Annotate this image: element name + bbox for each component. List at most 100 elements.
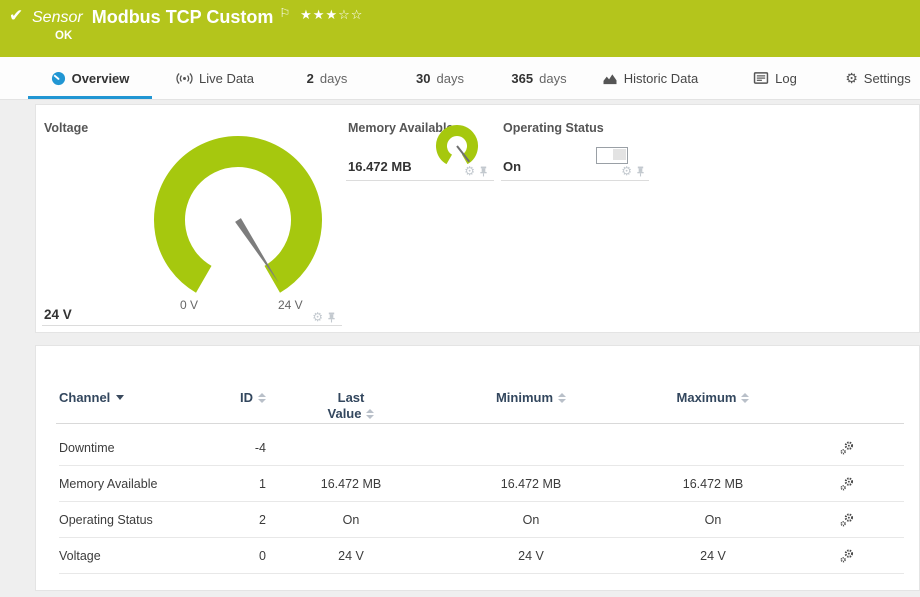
gauge-tools: ⚙ bbox=[464, 165, 488, 177]
pin-icon[interactable] bbox=[479, 166, 488, 177]
channel-minimum: 16.472 MB bbox=[436, 477, 626, 491]
column-header-last-value[interactable]: LastValue bbox=[266, 390, 436, 422]
status-badge: OK bbox=[55, 30, 72, 42]
channel-settings-gears-icon[interactable] bbox=[840, 441, 854, 455]
channel-name[interactable]: Voltage bbox=[59, 549, 209, 563]
gauges-panel: Voltage 0 V 24 V 24 V ⚙ Memory Available… bbox=[35, 104, 920, 333]
channel-minimum: On bbox=[436, 513, 626, 527]
area-chart-icon bbox=[602, 72, 618, 85]
gauge-title: Voltage bbox=[44, 121, 88, 135]
tab-overview[interactable]: Overview bbox=[28, 57, 152, 99]
channel-name[interactable]: Operating Status bbox=[59, 513, 209, 527]
column-header-id[interactable]: ID bbox=[209, 390, 266, 406]
voltage-gauge bbox=[152, 135, 324, 293]
column-header-channel[interactable]: Channel bbox=[59, 390, 209, 406]
table-row: Memory Available 1 16.472 MB 16.472 MB 1… bbox=[59, 466, 904, 502]
tab-365-days[interactable]: 365 days bbox=[504, 57, 574, 99]
sort-icon bbox=[741, 393, 749, 403]
column-label: Maximum bbox=[677, 390, 737, 405]
star-filled-icon[interactable]: ★ bbox=[300, 7, 313, 22]
table-row: Operating Status 2 On On On bbox=[59, 502, 904, 538]
pin-icon[interactable] bbox=[327, 312, 336, 323]
channel-table-body: Downtime -4 Memory Available 1 16.472 MB… bbox=[59, 430, 904, 574]
tab-label: days bbox=[437, 71, 464, 86]
channel-settings-gears-icon[interactable] bbox=[840, 549, 854, 563]
tab-label: days bbox=[539, 71, 566, 86]
voltage-gauge-block: Voltage 0 V 24 V 24 V ⚙ bbox=[42, 115, 342, 326]
broadcast-icon bbox=[176, 72, 193, 85]
column-label: ID bbox=[240, 390, 253, 405]
gauge-title: Operating Status bbox=[503, 121, 604, 135]
tab-label: Log bbox=[775, 71, 797, 86]
channel-last-value: On bbox=[266, 513, 436, 527]
star-filled-icon[interactable]: ★ bbox=[325, 7, 338, 22]
sort-desc-icon bbox=[116, 395, 124, 400]
channels-panel: Channel ID LastValue Minimum Maximum Dow… bbox=[35, 345, 920, 591]
tab-label: Overview bbox=[72, 71, 130, 86]
log-icon bbox=[753, 72, 769, 84]
column-label: Value bbox=[328, 406, 362, 421]
channel-name[interactable]: Memory Available bbox=[59, 477, 209, 491]
channel-id: 1 bbox=[209, 477, 266, 491]
tab-log[interactable]: Log bbox=[740, 57, 810, 99]
star-filled-icon[interactable]: ★ bbox=[313, 7, 326, 22]
tab-2-days[interactable]: 2 days bbox=[292, 57, 362, 99]
page-title: Modbus TCP Custom bbox=[92, 7, 274, 28]
priority-stars[interactable]: ★★★☆☆ bbox=[300, 7, 363, 23]
tab-30-days[interactable]: 30 days bbox=[405, 57, 475, 99]
channel-maximum: 24 V bbox=[626, 549, 800, 563]
gear-icon[interactable]: ⚙ bbox=[464, 165, 475, 177]
column-label: Last bbox=[338, 390, 365, 405]
channel-last-value: 24 V bbox=[266, 549, 436, 563]
gauge-tools: ⚙ bbox=[621, 165, 645, 177]
pin-icon[interactable] bbox=[636, 166, 645, 177]
tab-label: Settings bbox=[864, 71, 911, 86]
star-empty-icon[interactable]: ☆ bbox=[338, 7, 351, 22]
column-header-minimum[interactable]: Minimum bbox=[436, 390, 626, 406]
channel-settings-gears-icon[interactable] bbox=[840, 477, 854, 491]
star-empty-icon[interactable]: ☆ bbox=[351, 7, 364, 22]
operating-status-block: Operating Status On ⚙ bbox=[501, 115, 649, 181]
channel-last-value: 16.472 MB bbox=[266, 477, 436, 491]
header-divider bbox=[56, 423, 904, 424]
gauge-tools: ⚙ bbox=[312, 311, 336, 323]
gauge-icon bbox=[51, 71, 66, 86]
tab-label: days bbox=[320, 71, 347, 86]
channel-table-header: Channel ID LastValue Minimum Maximum bbox=[59, 390, 904, 422]
sort-icon bbox=[558, 393, 566, 403]
channel-id: 2 bbox=[209, 513, 266, 527]
channel-id: -4 bbox=[209, 441, 266, 455]
tab-historic-data[interactable]: Historic Data bbox=[600, 57, 700, 99]
tab-label-number: 30 bbox=[416, 71, 430, 86]
toggle-switch-icon bbox=[596, 147, 628, 164]
column-label: Channel bbox=[59, 390, 110, 405]
tab-label-number: 2 bbox=[307, 71, 314, 86]
channel-name[interactable]: Downtime bbox=[59, 441, 209, 455]
sensor-header: ✔ Sensor Modbus TCP Custom ⚐ ★★★☆☆ OK bbox=[0, 0, 920, 57]
object-kind-label: Sensor bbox=[32, 9, 83, 27]
tab-settings[interactable]: ⚙ Settings bbox=[838, 57, 918, 99]
memory-current-value: 16.472 MB bbox=[348, 159, 412, 174]
tab-label: Historic Data bbox=[624, 71, 698, 86]
tab-label-number: 365 bbox=[511, 71, 533, 86]
table-row: Downtime -4 bbox=[59, 430, 904, 466]
gauge-max-label: 24 V bbox=[278, 298, 303, 312]
channel-id: 0 bbox=[209, 549, 266, 563]
gear-icon[interactable]: ⚙ bbox=[621, 165, 632, 177]
memory-gauge-block: Memory Available 16.472 MB ⚙ bbox=[346, 115, 494, 181]
gear-icon[interactable]: ⚙ bbox=[312, 311, 323, 323]
column-label: Minimum bbox=[496, 390, 553, 405]
channel-minimum: 24 V bbox=[436, 549, 626, 563]
flag-icon[interactable]: ⚐ bbox=[279, 6, 290, 20]
operating-current-value: On bbox=[503, 159, 521, 174]
column-header-maximum[interactable]: Maximum bbox=[626, 390, 800, 406]
table-row: Voltage 0 24 V 24 V 24 V bbox=[59, 538, 904, 574]
gear-icon: ⚙ bbox=[845, 71, 858, 85]
tab-bar: Overview Live Data 2 days 30 days 365 da… bbox=[0, 57, 920, 100]
tab-label: Live Data bbox=[199, 71, 254, 86]
memory-gauge bbox=[434, 125, 480, 167]
channel-maximum: On bbox=[626, 513, 800, 527]
voltage-current-value: 24 V bbox=[44, 307, 72, 322]
tab-live-data[interactable]: Live Data bbox=[160, 57, 270, 99]
channel-settings-gears-icon[interactable] bbox=[840, 513, 854, 527]
